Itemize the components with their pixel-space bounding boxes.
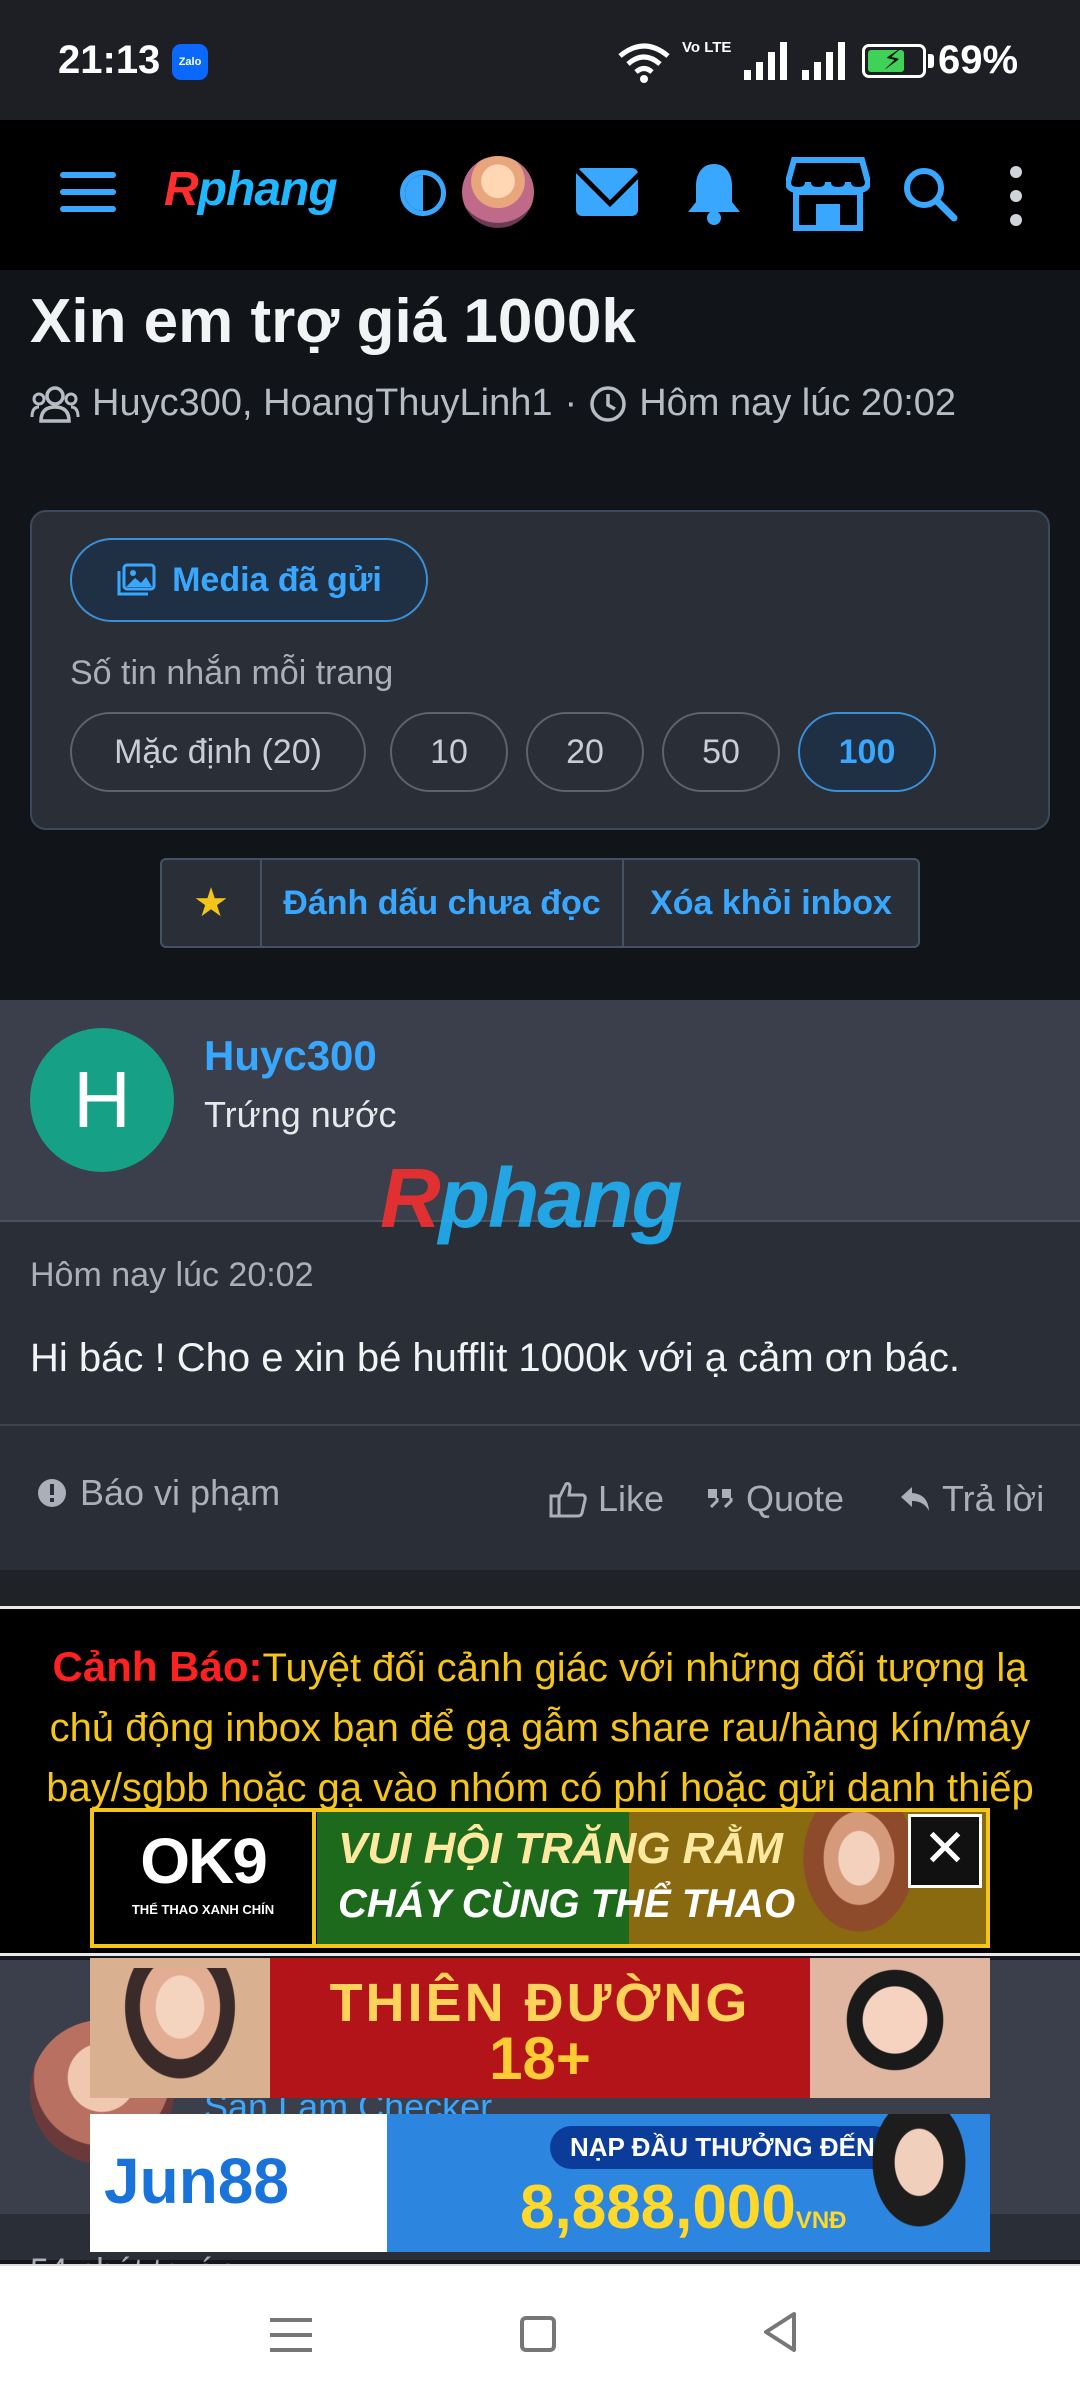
like-button[interactable]: Like: [548, 1478, 664, 1520]
user-rank: Trứng nước: [204, 1094, 397, 1135]
recent-apps-icon[interactable]: [270, 2318, 312, 2363]
message-author[interactable]: Huyc300: [204, 1032, 377, 1080]
store-icon[interactable]: [786, 156, 870, 232]
sent-media-button[interactable]: Media đã gửi: [70, 538, 428, 622]
clock: 21:13: [58, 38, 161, 82]
signal-icon: [744, 42, 787, 80]
quote-button[interactable]: Quote: [706, 1478, 844, 1520]
ok9-logo: OK9 THỂ THAO XANH CHÍN: [94, 1812, 316, 1944]
conversation-meta: Huyc300, HoangThuyLinh1 · Hôm nay lúc 20…: [30, 382, 956, 425]
report-label: Báo vi phạm: [80, 1472, 281, 1513]
like-label: Like: [598, 1478, 665, 1519]
ad-model-image: [794, 1812, 924, 1944]
message-body: Hi bác ! Cho e xin bé hufflit 1000k với …: [30, 1336, 960, 1380]
battery-percent: 69%: [938, 38, 1019, 82]
section-gap: [0, 1570, 1080, 1606]
home-icon[interactable]: [520, 2316, 556, 2352]
ok9-line-2: CHÁY CÙNG THỂ THAO: [338, 1882, 796, 1926]
conversation-header: Xin em trợ giá 1000k Huyc300, HoangThuyL…: [0, 270, 1080, 1000]
wifi-icon: [618, 43, 670, 83]
bell-icon[interactable]: [684, 160, 744, 226]
search-icon[interactable]: [900, 164, 960, 224]
user-avatar[interactable]: [462, 156, 534, 228]
page-title: Xin em trợ giá 1000k: [30, 287, 636, 356]
per-page-50[interactable]: 50: [662, 712, 780, 792]
more-vertical-icon[interactable]: [1010, 166, 1024, 238]
quote-label: Quote: [746, 1478, 845, 1519]
zalo-notification-icon: Zalo: [172, 44, 208, 80]
conversation-actions: ★ Đánh dấu chưa đọc Xóa khỏi inbox: [160, 858, 920, 948]
ok9-subtitle: THỂ THAO XANH CHÍN: [131, 1902, 275, 1917]
signal-icon-2: [802, 42, 845, 80]
charging-icon: ⚡: [883, 44, 903, 75]
per-page-10[interactable]: 10: [390, 712, 508, 792]
ad-model-image: [854, 2114, 984, 2252]
report-button[interactable]: Báo vi phạm: [36, 1472, 280, 1514]
meta-separator: ·: [564, 382, 578, 424]
logo-text: phang: [197, 163, 338, 216]
logo-watermark: Rphang: [380, 1150, 683, 1247]
contrast-icon[interactable]: [400, 170, 446, 216]
participants[interactable]: Huyc300, HoangThuyLinh1: [92, 382, 553, 425]
warning-paragraph: Cảnh Báo:Tuyệt đối cảnh giác với những đ…: [0, 1609, 1080, 1818]
ad-banner-thien-duong[interactable]: THIÊN ĐƯỜNG 18+: [90, 1958, 990, 2098]
message: H Huyc300 Trứng nước Rphang Hôm nay lúc …: [0, 1000, 1080, 1570]
ok9-line-1: VUI HỘI TRĂNG RẰM: [338, 1824, 783, 1873]
sent-media-label: Media đã gửi: [172, 560, 382, 599]
battery-cap: [928, 54, 934, 68]
logo-letter-r: R: [164, 163, 199, 216]
star-icon[interactable]: ★: [162, 860, 262, 946]
jun88-tag: NẠP ĐẦU THƯỞNG ĐẾN: [550, 2126, 895, 2169]
watermark-letter-r: R: [380, 1151, 441, 1245]
per-page-default[interactable]: Mặc định (20): [70, 712, 366, 792]
app-header: Rphang: [0, 120, 1080, 270]
per-page-100[interactable]: 100: [798, 712, 936, 792]
close-ad-button[interactable]: ✕: [908, 1814, 982, 1888]
status-bar: 21:13 Zalo Vo LTE ⚡ 69%: [0, 0, 1080, 120]
ok9-brand: OK9: [140, 1825, 268, 1897]
users-icon: [30, 385, 80, 423]
menu-icon[interactable]: [60, 172, 116, 216]
clock-icon: [590, 385, 626, 422]
image-icon: [117, 563, 156, 596]
reply-label: Trả lời: [942, 1478, 1045, 1519]
alert-icon: [38, 1479, 66, 1507]
ad-banner-ok9[interactable]: OK9 THỂ THAO XANH CHÍN VUI HỘI TRĂNG RẰM…: [90, 1808, 990, 1948]
battery-icon: ⚡: [862, 44, 926, 78]
jun88-currency: VNĐ: [795, 2207, 847, 2234]
conversation-time: Hôm nay lúc 20:02: [639, 382, 957, 424]
remove-inbox-button[interactable]: Xóa khỏi inbox: [624, 860, 918, 946]
warning-title: Cảnh Báo:: [52, 1643, 263, 1690]
mail-icon[interactable]: [576, 168, 638, 216]
divider: [0, 1424, 1080, 1426]
jun88-amount: 8,888,000VNĐ: [520, 2172, 847, 2243]
watermark-text: phang: [438, 1151, 683, 1245]
per-page-20[interactable]: 20: [526, 712, 644, 792]
reply-button[interactable]: Trả lời: [898, 1478, 1044, 1520]
message-time: Hôm nay lúc 20:02: [30, 1256, 314, 1294]
per-page-label: Số tin nhắn mỗi trang: [70, 654, 394, 692]
system-nav-bar: [0, 2264, 1080, 2400]
conversation-options: Media đã gửi Số tin nhắn mỗi trang Mặc đ…: [30, 510, 1050, 830]
td-number: 18+: [489, 2025, 591, 2092]
quote-icon: [708, 1489, 733, 1509]
ad-banner-jun88[interactable]: Jun88 NẠP ĐẦU THƯỞNG ĐẾN 8,888,000VNĐ: [90, 2114, 990, 2252]
back-icon[interactable]: [760, 2310, 800, 2354]
message-user-block: H Huyc300 Trứng nước Rphang: [0, 1000, 1080, 1245]
reply-icon: [901, 1487, 929, 1511]
mark-unread-button[interactable]: Đánh dấu chưa đọc: [262, 860, 624, 946]
site-logo[interactable]: Rphang: [164, 162, 338, 217]
volte-indicator: Vo LTE: [682, 39, 732, 56]
thumbs-up-icon: [549, 1482, 587, 1518]
jun88-logo: Jun88: [104, 2145, 289, 2217]
avatar[interactable]: H: [30, 1028, 174, 1172]
jun88-amount-value: 8,888,000: [520, 2173, 796, 2242]
